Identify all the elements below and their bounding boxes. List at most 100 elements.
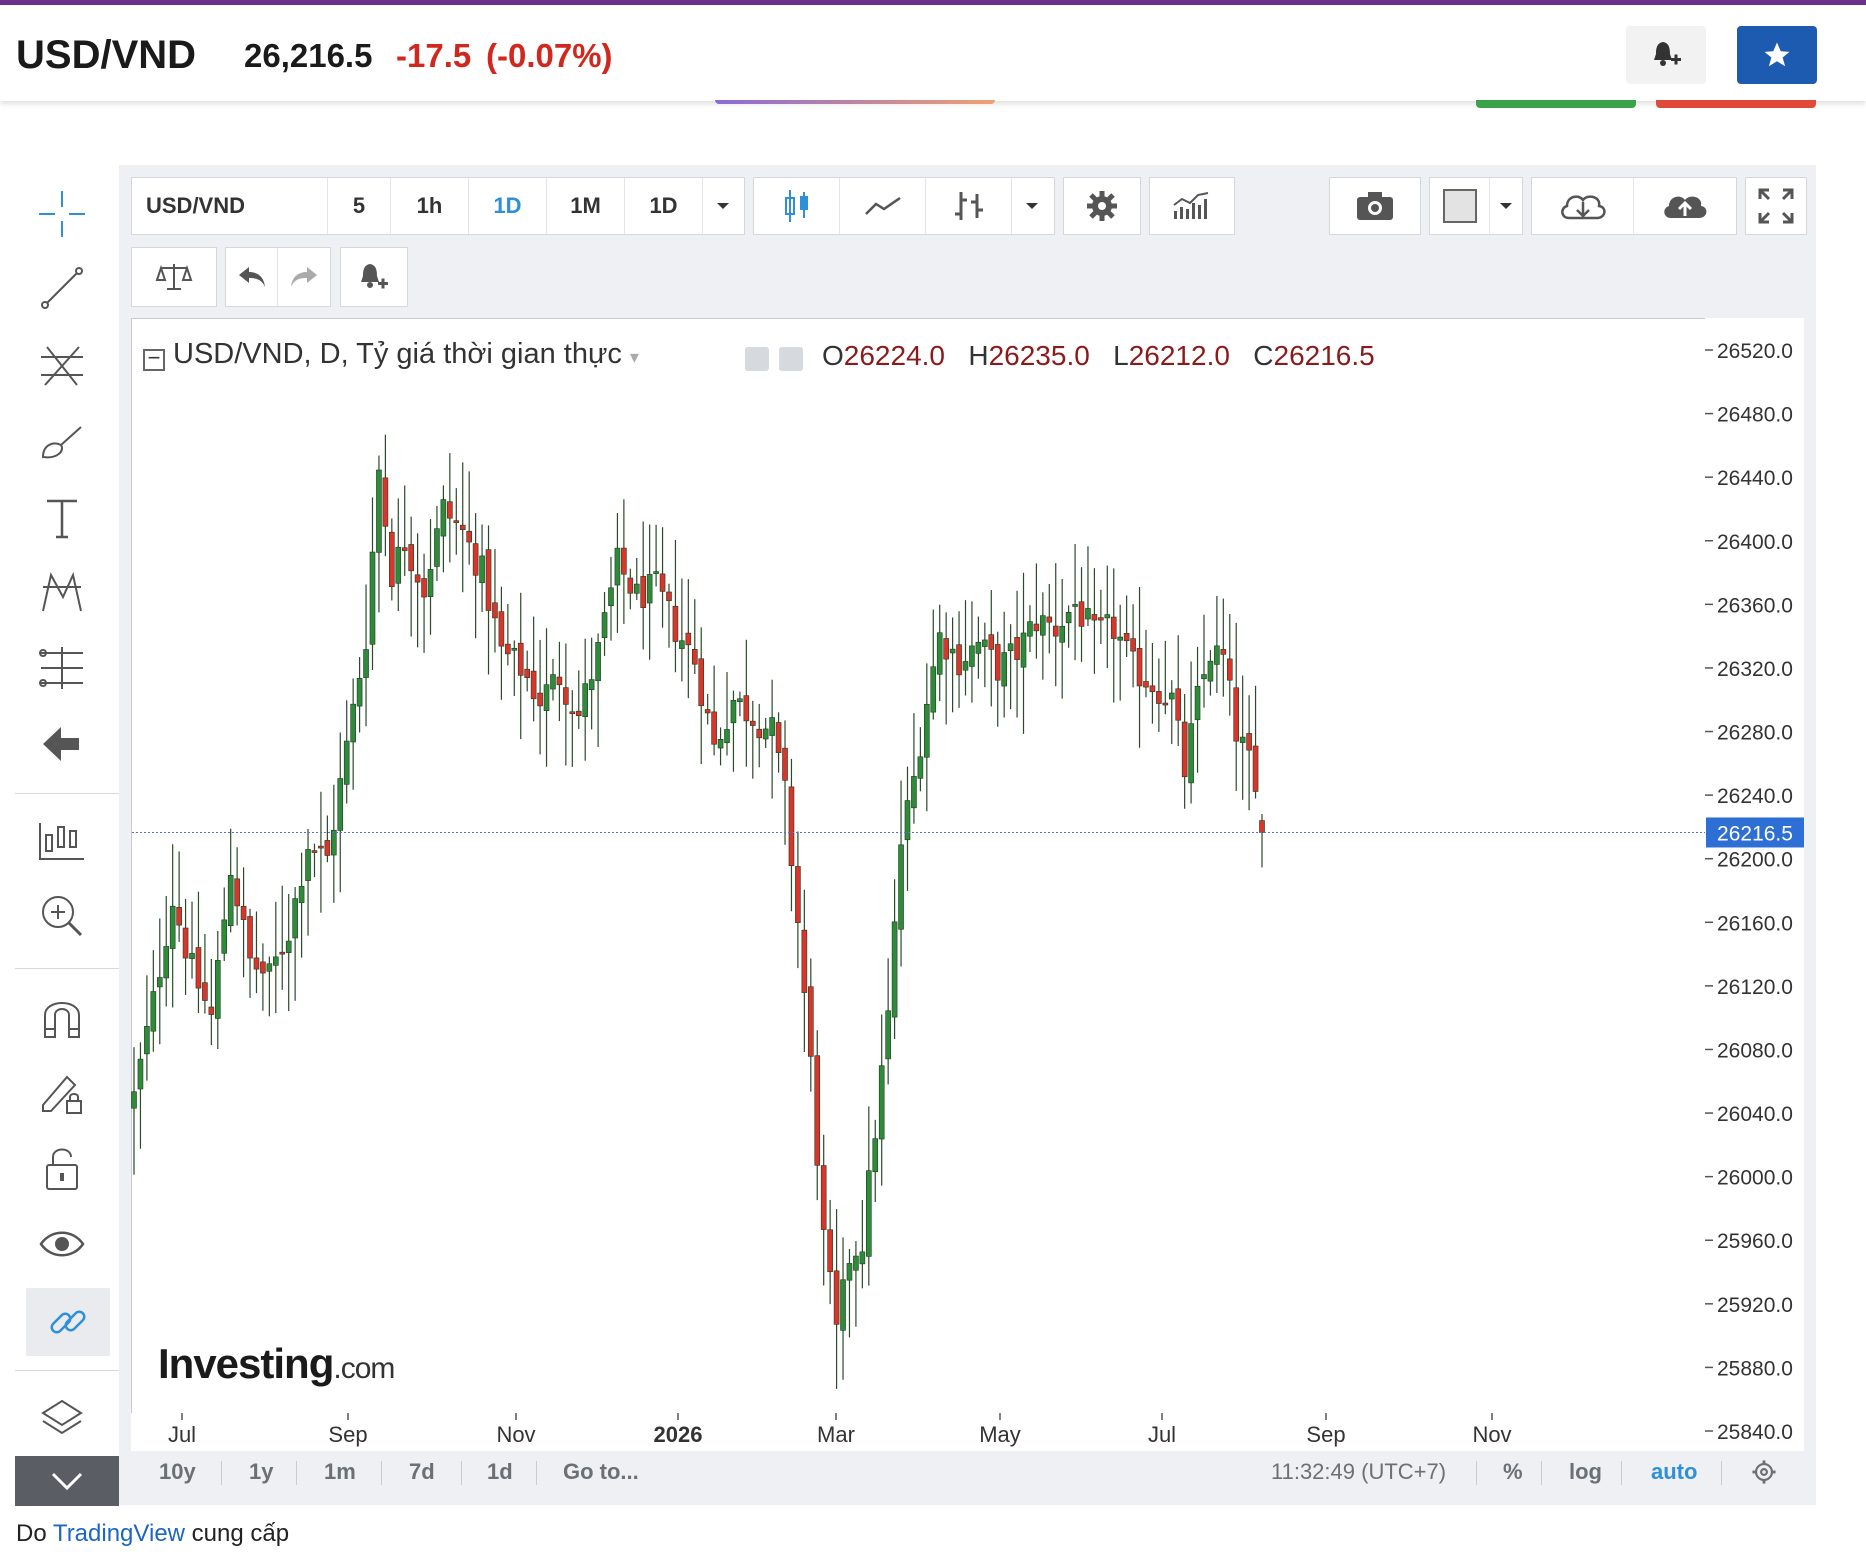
buy-button-edge[interactable] [1476, 100, 1636, 108]
back-tool[interactable] [30, 712, 94, 776]
log-scale-toggle[interactable]: log [1569, 1459, 1602, 1485]
measure-tool[interactable] [30, 636, 94, 700]
candlestick-icon [784, 190, 808, 222]
legend-collapse-icon[interactable]: − [143, 347, 165, 371]
interval-1M[interactable]: 1M [547, 178, 625, 234]
trendline-tool[interactable] [30, 256, 94, 320]
style-dropdown[interactable] [1012, 178, 1052, 234]
gear-icon [1752, 1460, 1776, 1484]
unlock-tool[interactable] [30, 1136, 94, 1200]
bar-style-button[interactable] [926, 178, 1012, 234]
fib-tool[interactable] [30, 334, 94, 398]
compare-scale-icon [155, 264, 193, 290]
percent-scale-toggle[interactable]: % [1503, 1459, 1523, 1485]
chart-style-group [753, 177, 1055, 235]
axis-settings-button[interactable] [1751, 1459, 1777, 1490]
candles-style-button[interactable] [754, 178, 840, 234]
clock-timezone[interactable]: 11:32:49 (UTC+7) [1271, 1459, 1446, 1485]
pattern-icon [42, 571, 82, 612]
legend-eye-icon[interactable] [745, 347, 769, 371]
interval-5[interactable]: 5 [328, 178, 391, 234]
watermark-brand: Investing [158, 1340, 334, 1387]
symbol-interval-group: USD/VND 5 1h 1D 1M 1D [131, 177, 745, 235]
settings-button[interactable] [1063, 177, 1141, 235]
sell-button-edge[interactable] [1656, 100, 1816, 108]
open-value: 26224.0 [843, 340, 945, 371]
tab-underline-purple [715, 100, 995, 104]
fullscreen-icon [1758, 188, 1794, 224]
cloud-upload-icon [1664, 196, 1707, 218]
goto-date[interactable]: Go to... [563, 1459, 639, 1485]
color-swatch-icon [1442, 189, 1477, 223]
load-chart-button[interactable] [1532, 178, 1634, 234]
range-7d[interactable]: 7d [409, 1459, 435, 1485]
trendline-icon [41, 267, 83, 309]
compare-button[interactable] [131, 247, 217, 307]
visibility-tool[interactable] [30, 1212, 94, 1276]
lock-drawing-tool[interactable] [30, 1060, 94, 1124]
indicators-button[interactable] [1149, 177, 1235, 235]
bell-plus-icon [1654, 42, 1681, 66]
position-tool[interactable] [30, 806, 94, 870]
magnet-tool[interactable] [30, 986, 94, 1050]
layers-tool[interactable] [30, 1388, 94, 1452]
zoom-tool[interactable] [30, 884, 94, 948]
interval-1D-active[interactable]: 1D [469, 178, 547, 234]
quote-header: USD/VND 26,216.5 -17.5 (-0.07%) [0, 5, 1866, 101]
symbol-search[interactable]: USD/VND [132, 178, 328, 234]
chevron-down-icon [1026, 203, 1038, 209]
range-10y[interactable]: 10y [159, 1459, 196, 1485]
color-swatch[interactable] [1430, 178, 1490, 234]
range-1y[interactable]: 1y [249, 1459, 273, 1485]
camera-icon [1357, 192, 1393, 220]
text-icon [47, 499, 77, 539]
cloud-download-icon [1560, 195, 1606, 220]
unlock-icon [46, 1148, 78, 1190]
legend-gear-icon[interactable] [779, 347, 803, 371]
legend-title: USD/VND, D, Tỷ giá thời gian thực [173, 338, 622, 370]
interval-1h[interactable]: 1h [391, 178, 469, 234]
fib-icon [41, 346, 83, 386]
time-axis[interactable] [131, 1413, 1804, 1451]
last-price: 26,216.5 [244, 37, 373, 74]
brush-tool[interactable] [30, 410, 94, 474]
undo-icon [238, 267, 265, 287]
investing-watermark: Investing.com [158, 1340, 395, 1388]
text-tool[interactable] [30, 486, 94, 550]
close-value: 26216.5 [1273, 340, 1375, 371]
redo-button[interactable] [278, 248, 330, 306]
auto-scale-toggle[interactable]: auto [1651, 1459, 1697, 1485]
color-dropdown[interactable] [1490, 178, 1522, 234]
chevron-down-icon [1500, 203, 1512, 209]
add-alert-button[interactable] [1626, 26, 1706, 84]
layers-icon [41, 1399, 83, 1435]
alert-button[interactable] [340, 247, 408, 307]
save-chart-button[interactable] [1634, 178, 1736, 234]
snapshot-button[interactable] [1329, 177, 1421, 235]
high-value: 26235.0 [988, 340, 1090, 371]
price-axis[interactable] [1705, 318, 1804, 1413]
legend-dropdown-icon[interactable]: ▾ [630, 347, 639, 367]
line-style-button[interactable] [840, 178, 926, 234]
chart-plot-area[interactable] [131, 318, 1707, 1415]
cloud-group [1531, 177, 1737, 235]
tools-divider [15, 1370, 119, 1371]
line-chart-icon [864, 196, 901, 215]
crosshair-tool[interactable] [30, 182, 94, 246]
undo-button[interactable] [226, 248, 278, 306]
crosshair-icon [39, 191, 85, 237]
collapse-toolbar[interactable] [15, 1456, 119, 1506]
sync-drawings-tool[interactable] [26, 1288, 110, 1356]
interval-1D[interactable]: 1D [625, 178, 703, 234]
pattern-tool[interactable] [30, 560, 94, 624]
lock-drawing-icon [42, 1075, 82, 1114]
range-1m[interactable]: 1m [324, 1459, 356, 1485]
fullscreen-button[interactable] [1745, 177, 1807, 235]
watchlist-star-button[interactable] [1737, 26, 1817, 84]
chart-legend: − USD/VND, D, Tỷ giá thời gian thực ▾ [143, 338, 639, 371]
range-1d[interactable]: 1d [487, 1459, 513, 1485]
color-picker[interactable] [1429, 177, 1523, 235]
interval-dropdown[interactable] [703, 178, 743, 234]
eye-icon [39, 1231, 85, 1257]
tradingview-link[interactable]: TradingView [53, 1520, 185, 1547]
